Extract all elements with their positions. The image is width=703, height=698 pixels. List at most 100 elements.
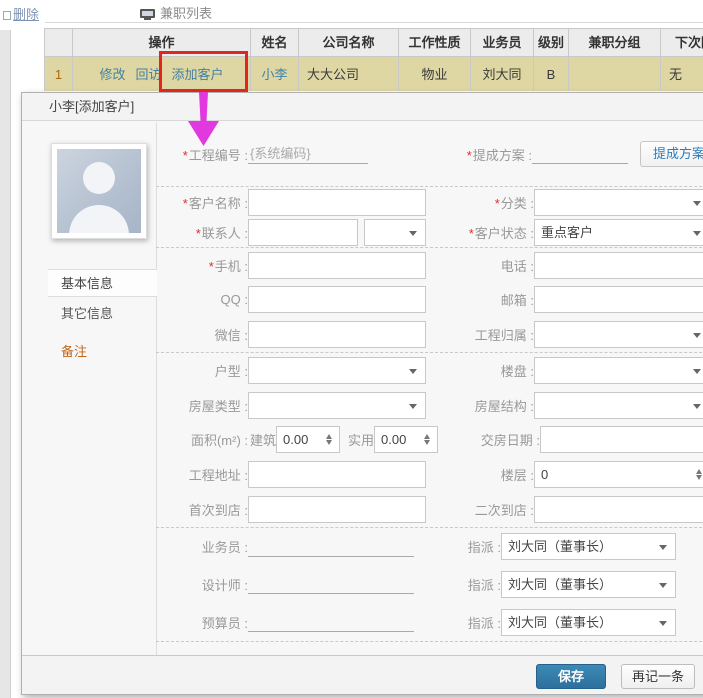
save-another-button[interactable]: 再记一条 (621, 664, 695, 689)
wechat-input[interactable] (248, 321, 426, 348)
email-input[interactable] (534, 286, 703, 313)
add-customer-link[interactable]: 添加客户 (172, 67, 224, 82)
project-no-label: *工程编号 : (156, 145, 248, 164)
designer-label: 设计师 : (156, 575, 248, 594)
second-visit-label: 二次到店 : (426, 500, 534, 519)
area-actual-stepper[interactable]: 0.00 (374, 426, 438, 453)
save-button[interactable]: 保存 (536, 664, 606, 689)
tab-parttime-list[interactable]: 兼职列表 (140, 3, 212, 22)
chevron-down-icon (659, 545, 667, 550)
tab-remark[interactable]: 备注 (61, 342, 87, 362)
house-structure-label: 房屋结构 : (426, 396, 534, 415)
first-visit-label: 首次到店 : (156, 500, 248, 519)
cell-level: B (534, 56, 569, 91)
designer-assign-select[interactable]: 刘大同（董事长） (501, 571, 676, 598)
stepper-down-icon[interactable] (326, 440, 332, 445)
cell-name: 小李 (251, 56, 299, 91)
delivery-date-input[interactable] (540, 426, 703, 453)
salesman-assign-select[interactable]: 刘大同（董事长） (501, 533, 676, 560)
estimator-assign-select[interactable]: 刘大同（董事长） (501, 609, 676, 636)
tab-label: 兼职列表 (160, 6, 212, 21)
commission-value[interactable] (532, 144, 628, 164)
cell-company: 大大公司 (299, 56, 399, 91)
project-address-label: 工程地址 : (156, 465, 248, 484)
stepper-up-icon[interactable] (326, 434, 332, 439)
project-belong-select[interactable] (534, 321, 703, 348)
category-select[interactable] (534, 189, 703, 216)
stepper-down-icon[interactable] (424, 440, 430, 445)
dialog-body: 基本信息 其它信息 备注 *工程编号 : {系统编码} *提成方案 : 提成方案 (22, 122, 703, 655)
category-label: *分类 : (426, 193, 534, 212)
dialog-title: 小李[添加客户] (22, 93, 703, 121)
estimator-label: 预算员 : (156, 613, 248, 632)
second-visit-input[interactable] (534, 496, 703, 523)
contact-label: *联系人 : (156, 223, 248, 242)
designer-value (248, 574, 414, 594)
contact-input[interactable] (248, 219, 358, 246)
phone-input[interactable] (534, 252, 703, 279)
monitor-icon (140, 9, 155, 20)
avatar[interactable] (51, 143, 147, 239)
customer-name-input[interactable] (248, 189, 426, 216)
stepper-up-icon[interactable] (424, 434, 430, 439)
commission-plan-button[interactable]: 提成方案 (640, 141, 703, 167)
add-customer-dialog: 小李[添加客户] 基本信息 其它信息 备注 *工程编号 : {系统编码} *提成… (21, 92, 703, 695)
cell-group (569, 56, 661, 91)
qq-label: QQ : (156, 292, 248, 307)
contact-select[interactable] (364, 219, 426, 246)
wechat-label: 微信 : (156, 325, 248, 344)
header-company: 公司名称 (299, 29, 399, 56)
project-no-value: {系统编码} (248, 144, 368, 164)
cell-actions: 修改回访添加客户 (73, 56, 251, 91)
salesman-value (248, 537, 414, 557)
header-group: 兼职分组 (569, 29, 661, 56)
chevron-down-icon (693, 404, 701, 409)
house-layout-label: 户型 : (156, 361, 248, 380)
area-building-stepper[interactable]: 0.00 (276, 426, 340, 453)
building-label: 楼盘 : (426, 361, 534, 380)
header-salesperson: 业务员 (471, 29, 534, 56)
chevron-down-icon (693, 201, 701, 206)
header-level: 级别 (534, 29, 569, 56)
area-building-sublabel: 建筑 (250, 430, 276, 449)
header-next-visit: 下次回访 (661, 29, 703, 56)
qq-input[interactable] (248, 286, 426, 313)
header-actions: 操作 (73, 29, 251, 56)
tab-basic-info[interactable]: 基本信息 (48, 269, 157, 297)
delete-link[interactable]: 删除 (3, 4, 39, 23)
customer-status-label: *客户状态 : (426, 223, 534, 242)
first-visit-input[interactable] (248, 496, 426, 523)
mobile-input[interactable] (248, 252, 426, 279)
building-select[interactable] (534, 357, 703, 384)
name-link[interactable]: 小李 (261, 67, 287, 82)
floor-label: 楼层 : (426, 465, 534, 484)
email-label: 邮箱 : (426, 290, 534, 309)
area-actual-sublabel: 实用 (348, 430, 374, 449)
tab-strip-divider (45, 22, 703, 23)
estimator-assign-label: 指派 : (414, 613, 501, 632)
customer-status-select[interactable]: 重点客户 (534, 219, 703, 246)
stepper-up-icon[interactable] (696, 469, 702, 474)
house-structure-select[interactable] (534, 392, 703, 419)
chevron-down-icon (693, 369, 701, 374)
designer-assign-label: 指派 : (414, 575, 501, 594)
chevron-down-icon (659, 583, 667, 588)
stepper-down-icon[interactable] (696, 475, 702, 480)
callback-link[interactable]: 回访 (135, 67, 161, 82)
cell-next-visit: 无 (661, 56, 703, 91)
dialog-footer: 保存 再记一条 (22, 655, 703, 694)
header-name: 姓名 (251, 29, 299, 56)
chevron-down-icon (693, 333, 701, 338)
edit-link[interactable]: 修改 (99, 67, 125, 82)
house-type-select[interactable] (248, 392, 426, 419)
house-layout-select[interactable] (248, 357, 426, 384)
project-address-input[interactable] (248, 461, 426, 488)
header-index (45, 29, 73, 56)
house-type-label: 房屋类型 : (156, 396, 248, 415)
floor-stepper[interactable]: 0 (534, 461, 703, 488)
cell-work-nature: 物业 (399, 56, 471, 91)
tab-other-info[interactable]: 其它信息 (61, 304, 113, 324)
chevron-down-icon (693, 231, 701, 236)
delete-icon (3, 11, 11, 20)
salesman-assign-label: 指派 : (414, 537, 501, 556)
